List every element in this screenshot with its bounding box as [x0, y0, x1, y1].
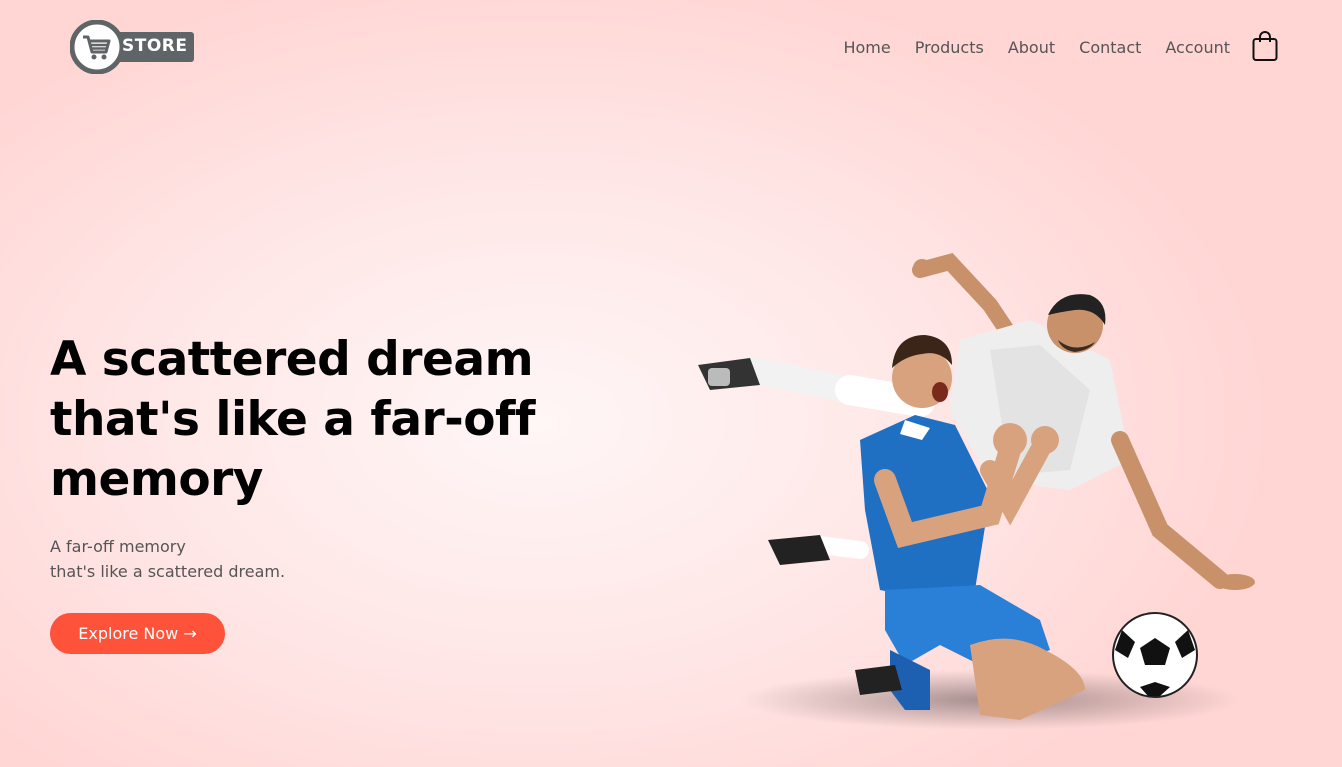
shopping-bag-icon[interactable]	[1251, 30, 1279, 62]
hero-subtitle: A far-off memory that's like a scattered…	[50, 534, 410, 584]
nav-products-link[interactable]: Products	[915, 38, 984, 57]
main-nav: Home Products About Contact Account	[843, 38, 1230, 57]
logo-text: STORE	[122, 36, 188, 56]
hero-title: A scattered dream that's like a far-off …	[50, 332, 535, 507]
nav-home-link[interactable]: Home	[843, 38, 890, 57]
soccer-players-image	[690, 250, 1290, 735]
explore-now-button[interactable]: Explore Now →	[50, 613, 225, 654]
nav-about-link[interactable]: About	[1008, 38, 1055, 57]
hero-subtitle-line2: that's like a scattered dream.	[50, 562, 286, 581]
hero-subtitle-line1: A far-off memory	[50, 537, 186, 556]
nav-account-link[interactable]: Account	[1165, 38, 1230, 57]
store-logo[interactable]: STORE	[69, 19, 196, 75]
nav-contact-link[interactable]: Contact	[1079, 38, 1141, 57]
